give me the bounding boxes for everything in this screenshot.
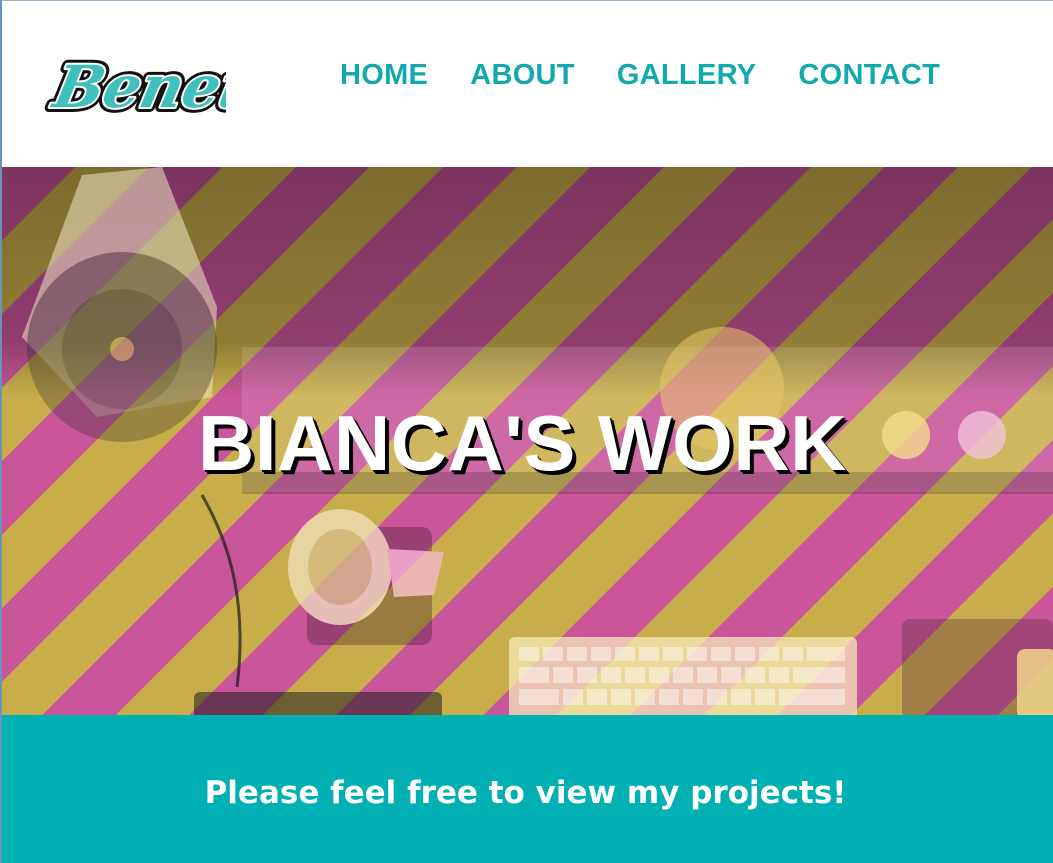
hero-title: BIANCA'S WORK xyxy=(197,399,847,487)
intro-banner: Please feel free to view my projects! xyxy=(2,715,1053,863)
mug-shape xyxy=(288,509,444,645)
site-logo[interactable]: Beneth Beneth Beneth xyxy=(40,35,301,126)
banner-text: Please feel free to view my projects! xyxy=(204,775,847,811)
nav-home-link[interactable]: HOME xyxy=(340,57,428,93)
site-header: Beneth Beneth Beneth HOME ABOUT GALLERY … xyxy=(2,1,1053,167)
main-nav: HOME ABOUT GALLERY CONTACT xyxy=(340,57,940,93)
nav-contact-link[interactable]: CONTACT xyxy=(798,57,940,93)
page: Beneth Beneth Beneth HOME ABOUT GALLERY … xyxy=(0,0,1053,863)
beneth-logo-icon: Beneth Beneth Beneth xyxy=(41,48,301,126)
hero-section: BIANCA'S WORK xyxy=(2,167,1053,715)
logo-fill-text: Beneth xyxy=(46,53,226,121)
keyboard-shape xyxy=(509,637,857,715)
nav-gallery-link[interactable]: GALLERY xyxy=(617,57,757,93)
nav-about-link[interactable]: ABOUT xyxy=(470,57,575,93)
